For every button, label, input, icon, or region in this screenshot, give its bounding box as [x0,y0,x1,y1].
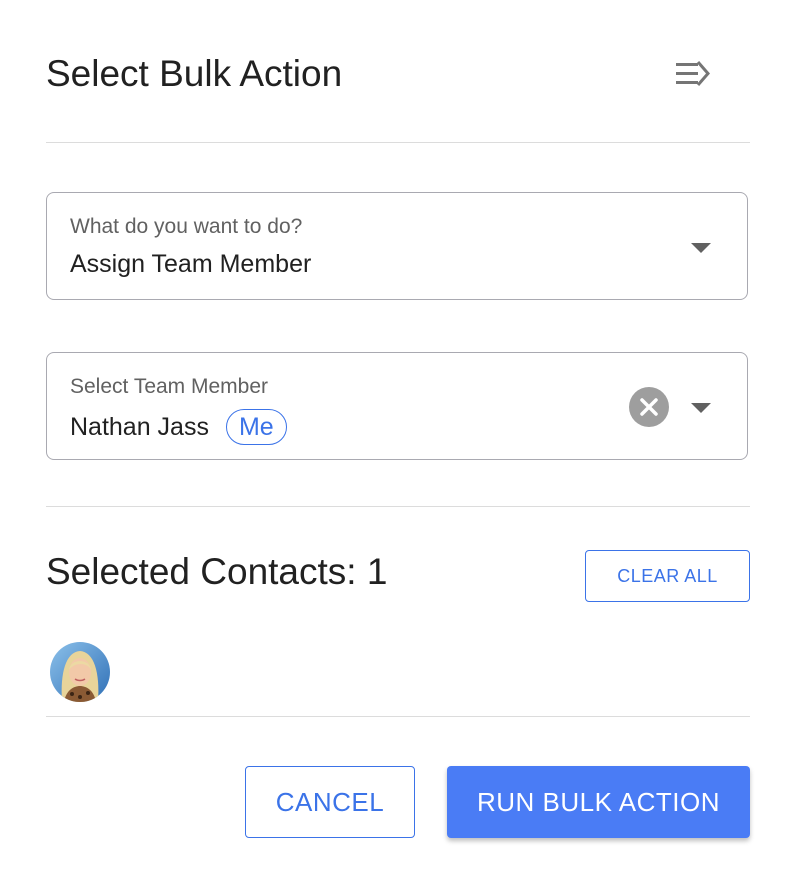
cancel-button[interactable]: CANCEL [245,766,415,838]
page-title: Select Bulk Action [46,53,343,94]
avatar[interactable] [50,642,110,702]
close-icon [640,398,658,416]
contact-avatar-image [50,642,110,702]
selected-contacts-title: Selected Contacts: 1 [46,551,388,592]
header-divider [46,142,750,143]
chevron-down-icon[interactable] [691,403,711,413]
team-member-value-row: Nathan Jass Me [70,409,287,445]
collapse-panel-icon [676,61,710,86]
team-member-select[interactable]: Select Team Member Nathan Jass Me [46,352,748,460]
team-member-value: Nathan Jass [70,413,209,441]
section-divider [46,506,750,507]
action-select[interactable]: What do you want to do? Assign Team Memb… [46,192,748,300]
team-member-select-label: Select Team Member [70,375,269,398]
action-select-value: Assign Team Member [70,250,312,278]
bulk-action-panel: Select Bulk Action What do you want to d… [0,0,794,874]
run-bulk-action-button[interactable]: RUN BULK ACTION [447,766,750,838]
action-select-label: What do you want to do? [70,215,303,238]
collapse-panel-button[interactable] [672,56,714,92]
panel-header: Select Bulk Action [46,52,750,96]
chevron-down-icon[interactable] [691,243,711,253]
clear-all-button[interactable]: CLEAR ALL [585,550,750,602]
clear-selection-button[interactable] [629,387,669,427]
me-chip: Me [225,409,287,445]
footer-divider [46,716,750,717]
